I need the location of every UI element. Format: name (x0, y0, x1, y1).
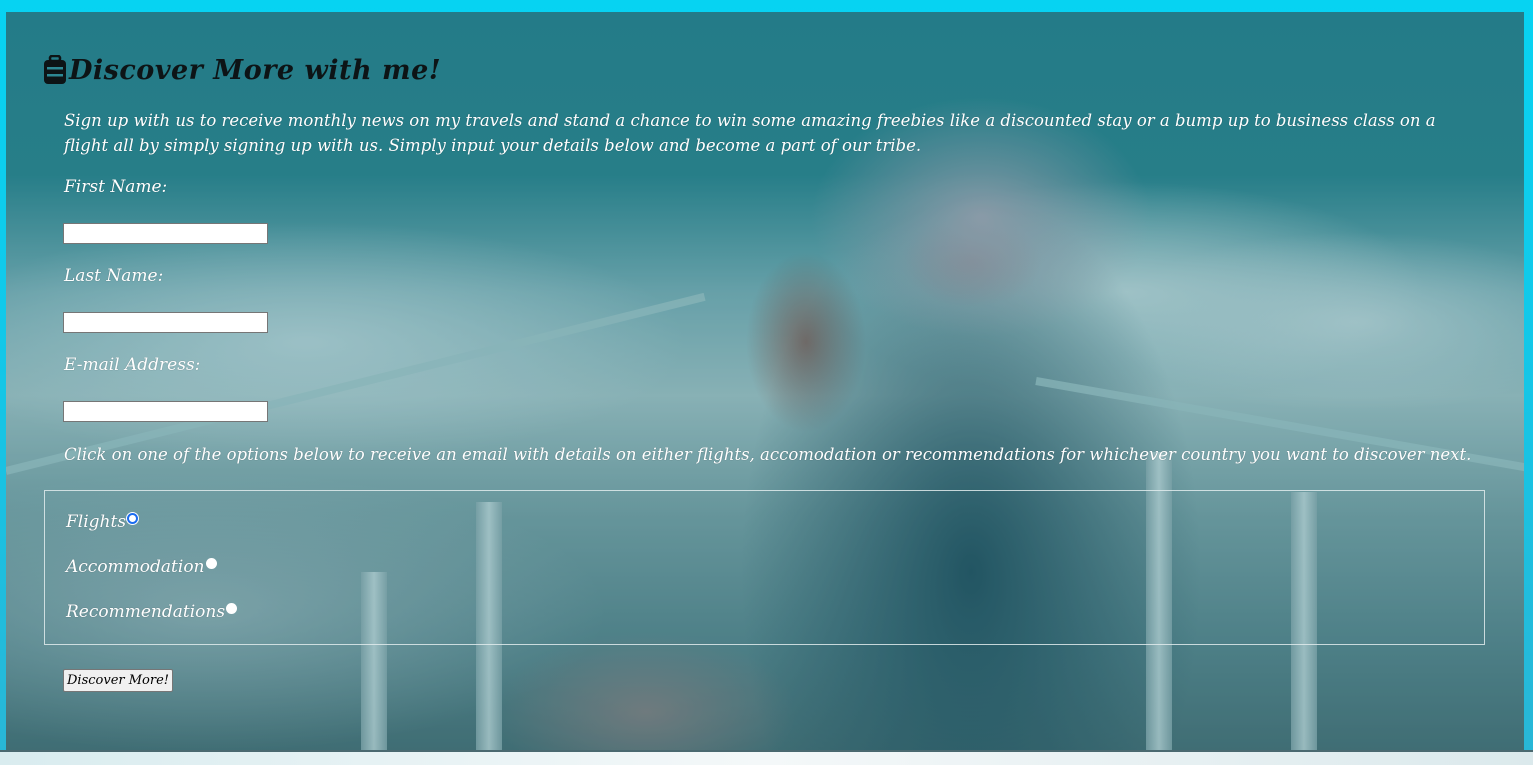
last-name-label: Last Name: (64, 266, 164, 286)
option-recommendations-radio[interactable] (226, 602, 238, 614)
option-recommendations[interactable]: Recommendations (66, 602, 238, 622)
first-name-label: First Name: (64, 177, 168, 197)
option-flights-radio[interactable] (127, 512, 139, 524)
option-recommendations-label: Recommendations (66, 602, 226, 622)
first-name-input[interactable] (63, 223, 268, 244)
email-label: E-mail Address: (64, 355, 201, 375)
option-accommodation[interactable]: Accommodation (66, 557, 217, 577)
intro-text: Sign up with us to receive monthly news … (64, 111, 1436, 155)
option-flights[interactable]: Flights (66, 512, 139, 532)
page-title: Discover More with me! (43, 50, 441, 90)
title-text: Discover More with me! (69, 54, 442, 86)
options-fieldset: Flights Accommodation Recommendations (44, 490, 1485, 645)
signup-form: Discover More with me! Sign up with us t… (6, 12, 1524, 750)
suitcase-icon (43, 55, 67, 85)
options-instructions: Click on one of the options below to rec… (64, 445, 1472, 464)
signup-section: Discover More with me! Sign up with us t… (6, 12, 1524, 750)
option-flights-label: Flights (66, 512, 127, 532)
email-input[interactable] (63, 401, 268, 422)
option-accommodation-radio[interactable] (205, 557, 217, 569)
discover-more-button[interactable]: Discover More! (63, 669, 174, 692)
last-name-input[interactable] (63, 312, 268, 333)
option-accommodation-label: Accommodation (66, 557, 205, 577)
